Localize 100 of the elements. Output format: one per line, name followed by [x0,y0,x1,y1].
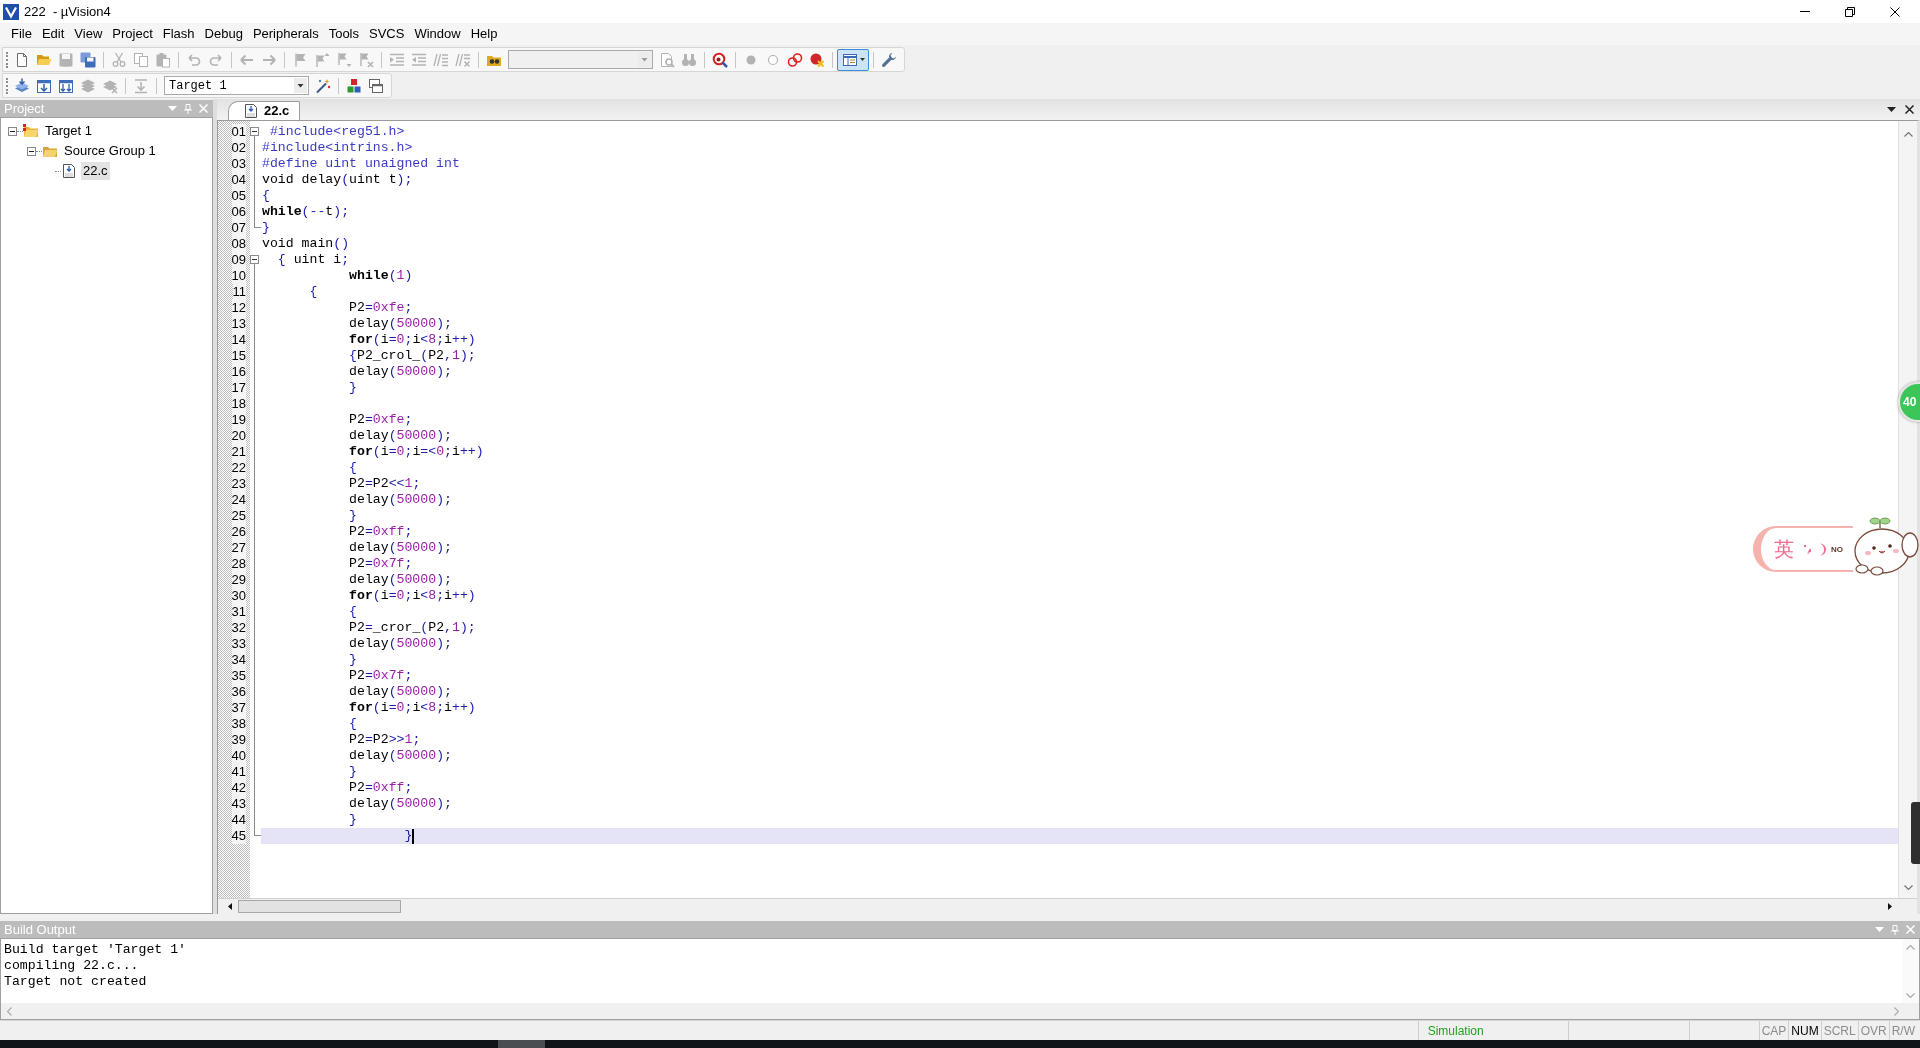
download-arrow-icon [133,77,149,94]
close-panel-button[interactable] [1906,925,1915,934]
app-logo-icon [3,3,19,20]
panel-title: Project [4,100,45,117]
slashes-cross-icon [455,51,471,68]
tab-list-button[interactable] [1887,107,1896,112]
line-number: 21 [231,444,246,460]
horizontal-scrollbar[interactable] [1,1003,1919,1019]
vertical-scrollbar[interactable] [1902,939,1919,1003]
code-line: while(1) [348,268,413,284]
crescent-moon-icon [1819,542,1828,556]
menu-item[interactable]: Flash [157,23,200,45]
window-layout-button[interactable] [837,48,869,71]
window-panes-icon [841,51,858,68]
tree-item[interactable]: Target 1 [43,122,94,140]
code-line: { [348,604,357,620]
code-line: {P2_crol_(P2,1); [348,348,476,364]
menu-item[interactable]: SVCS [364,23,410,45]
folder-blocks-icon [23,123,39,139]
line-number: 25 [231,508,246,524]
undo-arrow-icon [186,51,202,68]
code-line: delay(50000); [348,572,452,588]
restore-icon [1844,6,1855,17]
slashes-lines-icon [433,51,449,68]
line-number: 35 [231,668,246,684]
close-panel-button[interactable] [199,104,208,113]
code-line: { [308,284,318,300]
code-line: { [348,460,357,476]
circle-cross-icon [809,51,825,68]
pin-button[interactable] [184,103,192,114]
close-tab-button[interactable] [1905,105,1914,114]
three-blocks-icon [346,77,362,94]
triangle-down-icon [168,106,177,111]
combo-field[interactable]: Target 1 [164,76,309,95]
blank-page-icon [14,51,30,68]
line-number: 42 [231,780,246,796]
tree-item[interactable]: Source Group 1 [62,142,158,160]
triangle-left-icon [228,903,232,910]
line-number: 37 [231,700,246,716]
wrench-icon [881,51,897,68]
line-number: 04 [231,172,246,188]
collapse-box-icon[interactable] [250,127,259,136]
code-line: P2=_cror_(P2,1); [348,620,476,636]
caret-icon [859,58,865,61]
vertical-scrollbar[interactable] [1898,121,1917,898]
line-number: 34 [231,652,246,668]
editor-tab[interactable]: 22.c [228,101,301,120]
minimize-icon [1799,11,1810,12]
flag-cross-icon [358,51,374,68]
output-line: Target not created [4,974,147,990]
line-number: 02 [231,140,246,156]
status-mode: Simulation [1427,1022,1484,1040]
code-line: { [348,716,357,732]
punctuation-icon [1803,544,1811,554]
code-line: } [348,652,357,668]
pin-button[interactable] [1891,924,1899,935]
code-line: P2=0xfe; [348,412,413,428]
menu-item[interactable]: Peripherals [247,23,324,45]
line-number: 14 [231,332,246,348]
menu-item[interactable]: File [6,23,37,45]
panel-title: Build Output [4,921,76,938]
code-line: } [403,828,413,844]
code-line: { [261,188,270,204]
side-handle[interactable] [1911,802,1920,864]
status-indicator: OVR [1860,1022,1887,1040]
status-indicator: NUM [1791,1022,1819,1040]
close-icon [1905,105,1914,114]
line-number: 03 [231,156,246,172]
close-icon [1906,925,1915,934]
menu-item[interactable]: Tools [323,23,364,45]
taskbar-item[interactable] [498,1040,545,1048]
scrollbar-thumb[interactable] [238,900,401,913]
code-line: P2=P2>>1; [348,732,421,748]
panel-menu-button[interactable] [1875,927,1884,932]
stacked-windows-icon [368,77,384,94]
line-number: 36 [231,684,246,700]
collapse-box-icon[interactable] [27,146,36,156]
pin-icon [1891,924,1899,935]
menu-item[interactable]: Help [465,23,503,45]
line-number: 31 [231,604,246,620]
line-number: 24 [231,492,246,508]
code-line: #define uint unaigned int [261,156,460,172]
menu-item[interactable]: View [69,23,108,45]
line-number: 06 [231,204,246,220]
panel-menu-button[interactable] [168,106,177,111]
tree-item[interactable]: 22.c [81,162,110,180]
chevron-down-icon [1906,993,1915,998]
menu-item[interactable]: Edit [36,23,70,45]
menu-item[interactable]: Debug [199,23,248,45]
collapse-box-icon[interactable] [8,126,17,136]
triangle-down-icon [1887,107,1896,112]
code-line: for(i=0;i<8;i++) [348,332,476,348]
code-line: for(i=0;i<8;i++) [348,700,476,716]
menu-item[interactable]: Project [107,23,158,45]
line-number: 40 [231,748,246,764]
menu-item[interactable]: Window [409,23,466,45]
collapse-box-icon[interactable] [250,255,259,264]
line-number: 32 [231,620,246,636]
line-number: 09 [231,252,246,268]
code-line: { uint i; [276,252,350,268]
